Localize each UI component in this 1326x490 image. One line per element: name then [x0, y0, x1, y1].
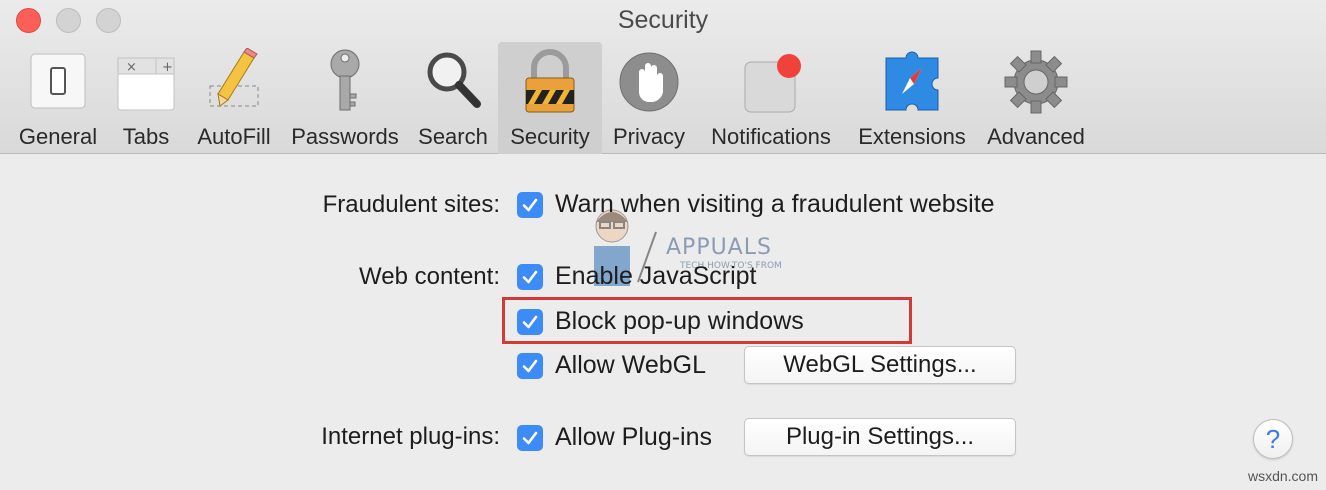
padlock-icon — [518, 48, 582, 114]
gear-icon — [1004, 48, 1068, 114]
svg-text:×: × — [126, 60, 137, 75]
allow-webgl-checkbox[interactable] — [517, 352, 543, 379]
credit-text: wsxdn.com — [1247, 468, 1318, 484]
tab-security[interactable]: Security — [498, 42, 602, 154]
title-bar: Security General × + Tabs AutoFill Passw… — [0, 0, 1326, 154]
watermark-brand: APPUALS — [666, 235, 772, 260]
enable-javascript-option[interactable]: Enable JavaScript — [517, 262, 757, 291]
allow-plugins-option[interactable]: Allow Plug-ins — [517, 423, 712, 452]
tab-passwords-label: Passwords — [291, 124, 399, 149]
tab-tabs[interactable]: × + Tabs — [106, 42, 186, 154]
tab-security-label: Security — [510, 124, 590, 149]
help-button[interactable]: ? — [1253, 419, 1293, 459]
tab-notifications[interactable]: Notifications — [700, 42, 842, 154]
tab-extensions-label: Extensions — [858, 124, 966, 149]
allow-webgl-option[interactable]: Allow WebGL — [517, 351, 706, 380]
puzzle-compass-icon — [880, 48, 944, 114]
autofill-pencil-icon — [202, 47, 266, 114]
allow-plugins-checkbox[interactable] — [517, 424, 543, 451]
general-switch-icon — [26, 48, 90, 114]
fraudulent-sites-label: Fraudulent sites: — [322, 191, 500, 218]
warn-fraudulent-checkbox[interactable] — [517, 191, 543, 218]
tab-autofill-label: AutoFill — [197, 124, 271, 149]
warn-fraudulent-option[interactable]: Warn when visiting a fraudulent website — [517, 190, 995, 219]
checkmark-icon — [522, 359, 538, 372]
tab-search-label: Search — [418, 124, 488, 149]
tab-autofill[interactable]: AutoFill — [190, 42, 278, 154]
internet-plugins-label: Internet plug-ins: — [321, 423, 500, 450]
plugin-settings-button[interactable]: Plug-in Settings... — [744, 418, 1016, 456]
tab-passwords[interactable]: Passwords — [284, 42, 406, 154]
checkmark-icon — [522, 198, 538, 211]
allow-plugins-text: Allow Plug-ins — [555, 423, 713, 451]
notification-badge-icon — [739, 48, 803, 114]
tab-advanced[interactable]: Advanced — [980, 42, 1092, 154]
enable-javascript-text: Enable JavaScript — [555, 262, 757, 290]
highlight-box — [502, 297, 912, 344]
window-title: Security — [617, 6, 709, 34]
tab-advanced-label: Advanced — [987, 124, 1085, 149]
hand-icon — [617, 48, 681, 114]
magnifier-icon — [421, 48, 485, 114]
tab-privacy-label: Privacy — [612, 124, 686, 149]
tab-general[interactable]: General — [6, 42, 110, 154]
tab-extensions[interactable]: Extensions — [852, 42, 972, 154]
tabs-icon: × + — [114, 48, 178, 114]
enable-javascript-checkbox[interactable] — [517, 263, 543, 290]
security-pane: APPUALS TECH HOW-TO'S FROM Fraudulent si… — [0, 155, 1326, 490]
checkmark-icon — [522, 270, 538, 283]
tab-privacy[interactable]: Privacy — [606, 42, 692, 154]
webgl-settings-button[interactable]: WebGL Settings... — [744, 346, 1016, 384]
tab-notifications-label: Notifications — [711, 124, 831, 149]
web-content-label: Web content: — [359, 263, 500, 290]
allow-webgl-text: Allow WebGL — [555, 351, 706, 379]
key-icon — [313, 48, 377, 114]
checkmark-icon — [522, 431, 538, 444]
tab-search[interactable]: Search — [412, 42, 494, 154]
tab-general-label: General — [18, 124, 98, 149]
tab-tabs-label: Tabs — [122, 124, 170, 149]
warn-fraudulent-text: Warn when visiting a fraudulent website — [555, 190, 995, 218]
svg-text:+: + — [162, 60, 173, 75]
